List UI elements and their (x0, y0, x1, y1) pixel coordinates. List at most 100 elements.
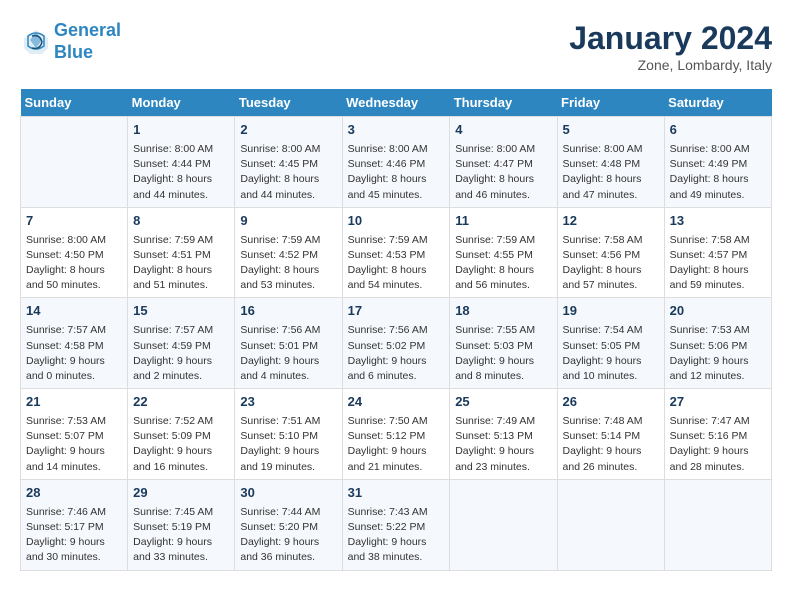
day-info-line: Sunrise: 7:59 AM (455, 233, 551, 248)
week-row-1: 1Sunrise: 8:00 AMSunset: 4:44 PMDaylight… (21, 117, 772, 208)
day-cell: 9Sunrise: 7:59 AMSunset: 4:52 PMDaylight… (235, 207, 342, 298)
logo-icon (22, 28, 50, 56)
day-info-line: Sunrise: 8:00 AM (348, 142, 445, 157)
day-info-line: Daylight: 9 hours (240, 354, 336, 369)
day-info-line: Sunrise: 7:58 AM (670, 233, 766, 248)
day-info-line: Daylight: 9 hours (563, 444, 659, 459)
week-row-4: 21Sunrise: 7:53 AMSunset: 5:07 PMDayligh… (21, 389, 772, 480)
day-number: 4 (455, 121, 551, 140)
day-info-line: and 45 minutes. (348, 188, 445, 203)
header-cell-wednesday: Wednesday (342, 89, 450, 117)
day-info-line: Sunset: 5:20 PM (240, 520, 336, 535)
day-info-line: and 0 minutes. (26, 369, 122, 384)
day-cell: 18Sunrise: 7:55 AMSunset: 5:03 PMDayligh… (450, 298, 557, 389)
day-info-line: and 50 minutes. (26, 278, 122, 293)
logo-line1: General (54, 20, 121, 40)
header-cell-friday: Friday (557, 89, 664, 117)
day-info-line: and 57 minutes. (563, 278, 659, 293)
day-cell: 23 Sunrise: 7:51 AMSunset: 5:10 PMDayligh… (235, 389, 342, 480)
day-info-line: Sunrise: 8:00 AM (563, 142, 659, 157)
day-cell: 12Sunrise: 7:58 AMSunset: 4:56 PMDayligh… (557, 207, 664, 298)
day-info-line: Sunset: 5:03 PM (455, 339, 551, 354)
day-info-line: Sunrise: 7:58 AM (563, 233, 659, 248)
day-info-line: and 47 minutes. (563, 188, 659, 203)
day-info-line: Sunset: 4:47 PM (455, 157, 551, 172)
day-number: 2 (240, 121, 336, 140)
day-info-line: and 16 minutes. (133, 460, 229, 475)
day-cell: 15Sunrise: 7:57 AMSunset: 4:59 PMDayligh… (128, 298, 235, 389)
day-info-line: and 51 minutes. (133, 278, 229, 293)
day-info-line: Sunrise: 7:56 AM (348, 323, 445, 338)
day-info-line: and 54 minutes. (348, 278, 445, 293)
day-info-line: Daylight: 8 hours (348, 172, 445, 187)
day-info-line: Sunset: 4:46 PM (348, 157, 445, 172)
day-info-line: and 46 minutes. (455, 188, 551, 203)
day-cell: 2Sunrise: 8:00 AMSunset: 4:45 PMDaylight… (235, 117, 342, 208)
day-info-line: and 19 minutes. (240, 460, 336, 475)
day-number: 17 (348, 302, 445, 321)
day-cell: 4Sunrise: 8:00 AMSunset: 4:47 PMDaylight… (450, 117, 557, 208)
header-cell-tuesday: Tuesday (235, 89, 342, 117)
day-info-line: Sunset: 4:52 PM (240, 248, 336, 263)
day-info-line: Sunset: 5:13 PM (455, 429, 551, 444)
day-info-line: Sunset: 5:05 PM (563, 339, 659, 354)
day-info-line: and 12 minutes. (670, 369, 766, 384)
day-info-line: Sunset: 5:06 PM (670, 339, 766, 354)
day-info-line: and 38 minutes. (348, 550, 445, 565)
day-info-line: Sunrise: 7:54 AM (563, 323, 659, 338)
day-info-line: Sunrise: 7:51 AM (240, 414, 336, 429)
day-info-line: Sunrise: 7:55 AM (455, 323, 551, 338)
day-info-line: Daylight: 9 hours (133, 354, 229, 369)
day-info-line: Daylight: 8 hours (240, 263, 336, 278)
day-info-line: Sunset: 4:59 PM (133, 339, 229, 354)
day-info-line: Sunset: 5:02 PM (348, 339, 445, 354)
day-number: 13 (670, 212, 766, 231)
day-info-line: Daylight: 9 hours (455, 444, 551, 459)
day-cell: 1Sunrise: 8:00 AMSunset: 4:44 PMDaylight… (128, 117, 235, 208)
day-cell (21, 117, 128, 208)
logo-text: General Blue (54, 20, 121, 63)
day-info-line: Sunset: 5:07 PM (26, 429, 122, 444)
day-cell (664, 479, 771, 570)
day-cell: 20Sunrise: 7:53 AMSunset: 5:06 PMDayligh… (664, 298, 771, 389)
day-number: 11 (455, 212, 551, 231)
day-info-line: Sunset: 5:22 PM (348, 520, 445, 535)
day-info-line: Sunrise: 8:00 AM (26, 233, 122, 248)
day-number: 1 (133, 121, 229, 140)
day-info-line: and 59 minutes. (670, 278, 766, 293)
day-number: 31 (348, 484, 445, 503)
day-cell: 29Sunrise: 7:45 AMSunset: 5:19 PMDayligh… (128, 479, 235, 570)
week-row-2: 7Sunrise: 8:00 AMSunset: 4:50 PMDaylight… (21, 207, 772, 298)
day-info-line: Sunrise: 7:59 AM (240, 233, 336, 248)
day-info-line: Sunset: 4:58 PM (26, 339, 122, 354)
day-info-line: Daylight: 9 hours (133, 444, 229, 459)
day-info-line: Daylight: 9 hours (240, 444, 336, 459)
day-cell: 25Sunrise: 7:49 AMSunset: 5:13 PMDayligh… (450, 389, 557, 480)
header-cell-saturday: Saturday (664, 89, 771, 117)
day-info-line: and 14 minutes. (26, 460, 122, 475)
day-info-line: Sunrise: 7:52 AM (133, 414, 229, 429)
day-number: 16 (240, 302, 336, 321)
day-info-line: Sunset: 4:48 PM (563, 157, 659, 172)
day-number: 18 (455, 302, 551, 321)
day-info-line: Daylight: 9 hours (26, 354, 122, 369)
day-info-line: Daylight: 9 hours (348, 444, 445, 459)
header-cell-sunday: Sunday (21, 89, 128, 117)
day-info-line: Sunset: 5:10 PM (240, 429, 336, 444)
day-info-line: and 44 minutes. (133, 188, 229, 203)
day-info-line: Sunset: 4:50 PM (26, 248, 122, 263)
day-info-line: and 49 minutes. (670, 188, 766, 203)
day-info-line: and 26 minutes. (563, 460, 659, 475)
day-info-line: Sunrise: 7:44 AM (240, 505, 336, 520)
day-info-line: Daylight: 8 hours (26, 263, 122, 278)
day-info-line: and 56 minutes. (455, 278, 551, 293)
day-info-line: Sunset: 5:16 PM (670, 429, 766, 444)
page-header: General Blue January 2024 Zone, Lombardy… (20, 20, 772, 73)
day-info-line: Daylight: 9 hours (348, 535, 445, 550)
day-info-line: Daylight: 8 hours (133, 172, 229, 187)
header-row: SundayMondayTuesdayWednesdayThursdayFrid… (21, 89, 772, 117)
day-info-line: Sunrise: 8:00 AM (455, 142, 551, 157)
day-number: 23 (240, 393, 336, 412)
day-number: 6 (670, 121, 766, 140)
day-info-line: Sunset: 4:51 PM (133, 248, 229, 263)
